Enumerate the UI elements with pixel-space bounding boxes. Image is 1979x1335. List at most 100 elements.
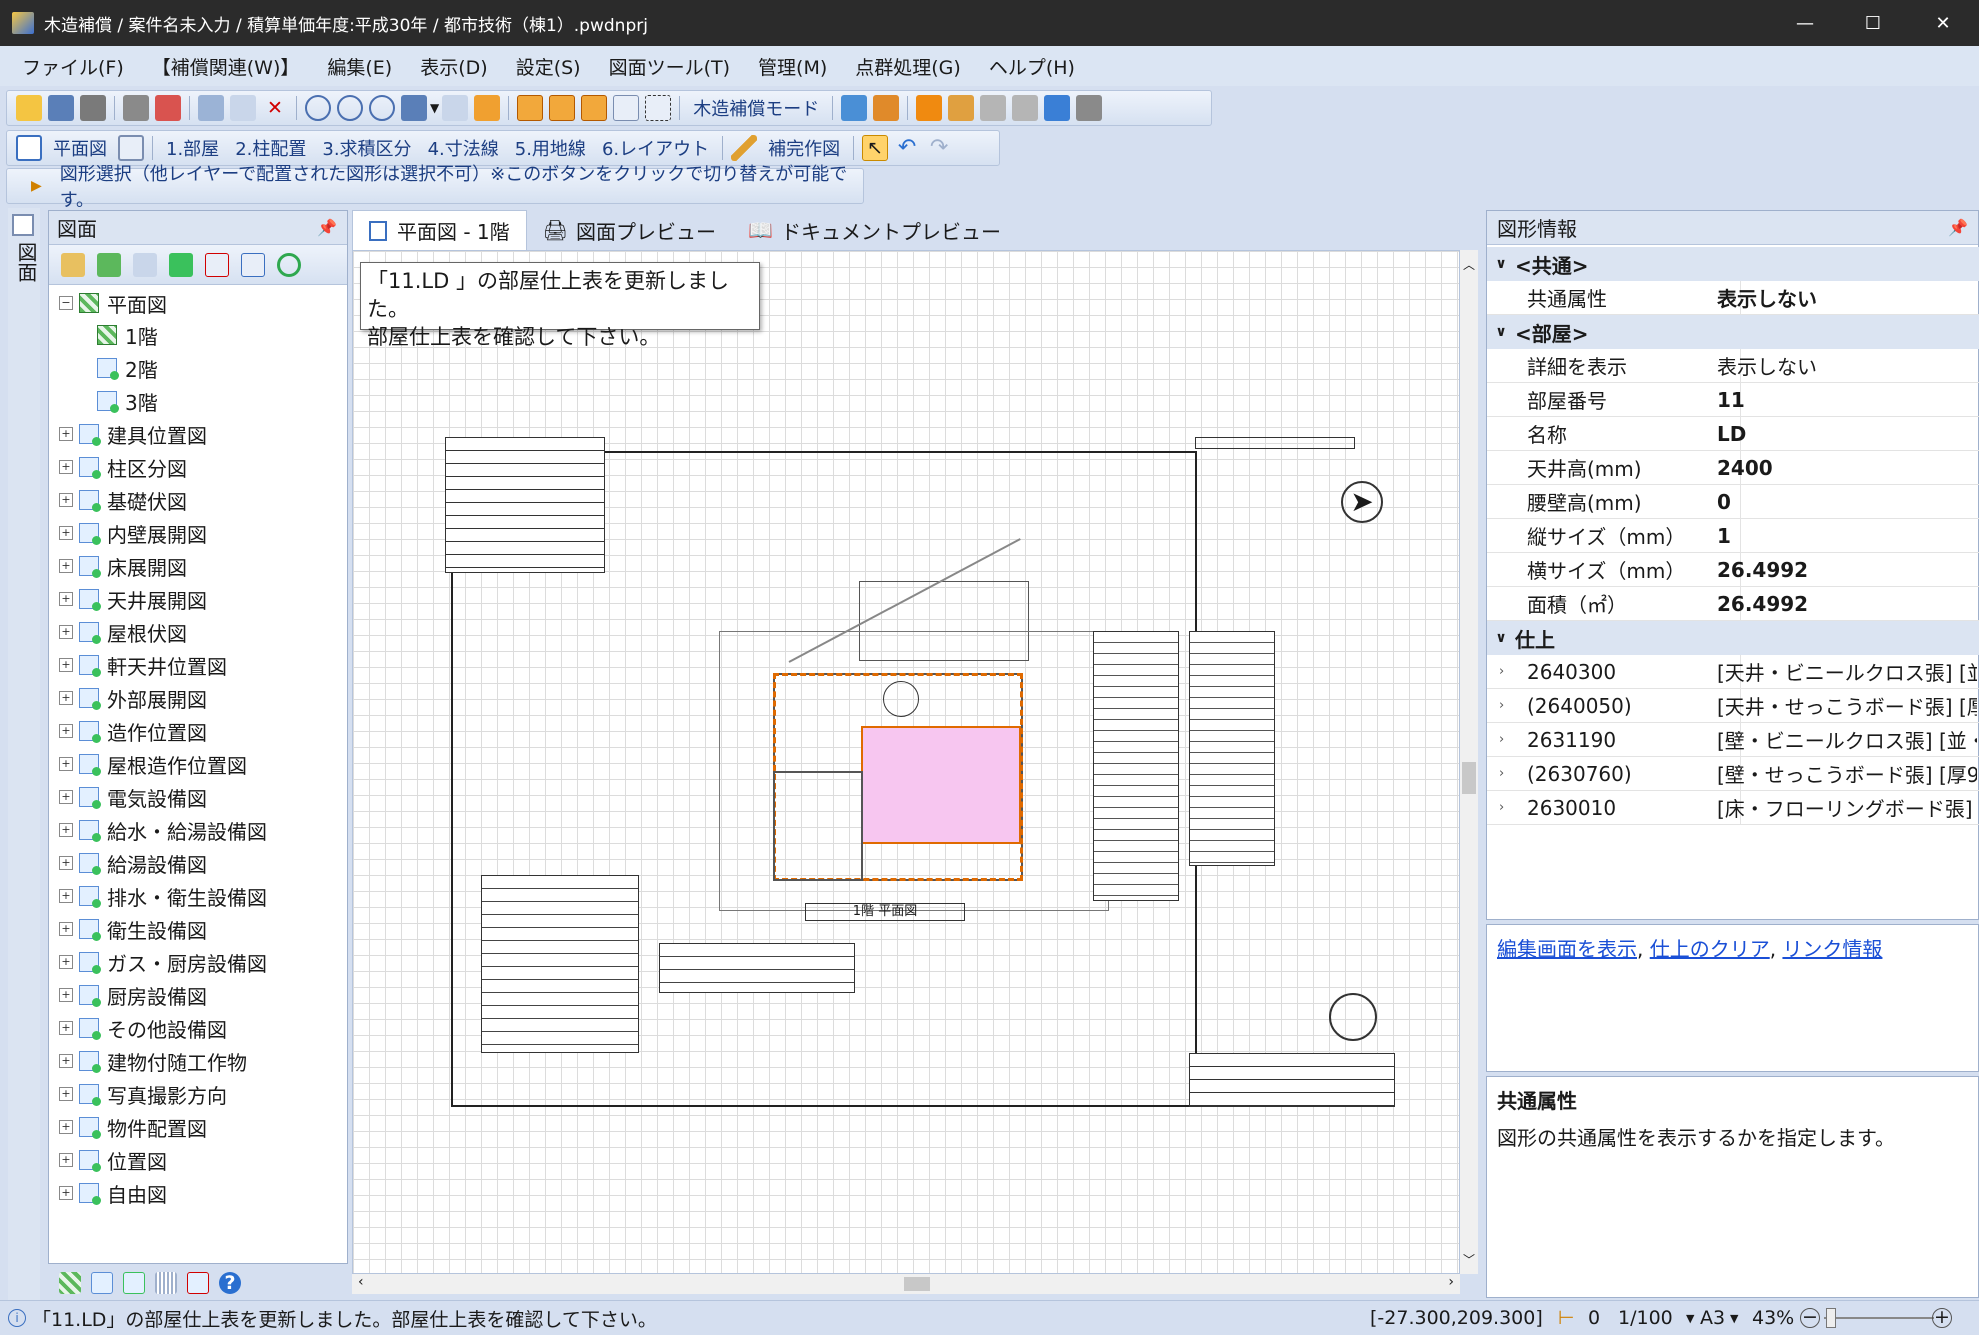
tree-item[interactable]: + 写真撮影方向 [59,1078,227,1110]
layer-toggle-icon[interactable] [118,135,144,161]
footer-plan-icon[interactable] [59,1272,81,1294]
menu-edit[interactable]: 編集(E) [313,53,406,80]
tree-item[interactable]: + 給水・給湯設備図 [59,814,267,846]
scroll-left-icon[interactable]: ‹ [358,1274,364,1290]
tree-add-icon[interactable] [97,252,121,277]
chevron-down-icon[interactable]: ∨ [1487,630,1515,646]
zoom-out-button[interactable]: − [1800,1308,1820,1328]
tree-item[interactable]: + 電気設備図 [59,781,207,813]
paste-icon[interactable] [401,95,427,121]
vertical-scrollbar[interactable]: ︿ ﹀ [1460,250,1478,1274]
menu-drawing-tools[interactable]: 図面ツール(T) [595,53,744,80]
expand-icon[interactable]: + [59,691,73,705]
tb-plan[interactable]: 平面図 [45,135,115,161]
tab-plan-1f[interactable]: 平面図 - 1階 [352,210,527,250]
stamp-icon[interactable] [980,95,1007,121]
tree-table-icon[interactable] [241,252,265,277]
cat-common[interactable]: ∨ <共通> [1487,247,1979,281]
expand-icon[interactable]: + [59,1054,73,1068]
cat-room[interactable]: ∨ <部屋> [1487,315,1979,349]
person-icon[interactable] [873,95,900,121]
scroll-right-icon[interactable]: › [1448,1274,1454,1290]
copy-icon[interactable] [230,95,256,121]
expand-icon[interactable]: + [59,460,73,474]
grid-icon[interactable] [155,95,181,121]
prop-row[interactable]: 腰壁高(mm) 0 [1487,485,1979,519]
prop-row[interactable]: 縦サイズ（mm） 1 [1487,519,1979,553]
edit-screen-link[interactable]: 編集画面を表示 [1497,937,1637,961]
tab-drawing-preview[interactable]: 🖨 図面プレビュー [527,210,732,250]
chevron-down-icon[interactable]: ▼ [1730,1312,1738,1325]
finish-row[interactable]: › 2630010 [床・フローリングボード張] [厚1 [1487,791,1979,825]
chevron-down-icon[interactable]: ∨ [1487,324,1515,340]
tree-refresh-icon[interactable] [169,252,193,277]
tree-floor-1[interactable]: 1階 [97,319,158,351]
tab-document-preview[interactable]: 📖 ドキュメントプレビュー [732,210,1017,250]
tree-item[interactable]: + 内壁展開図 [59,517,207,549]
undo-icon[interactable] [549,95,576,121]
tree-item[interactable]: + 基礎伏図 [59,484,187,516]
expand-icon[interactable]: + [59,1021,73,1035]
chevron-right-icon[interactable]: › [1499,664,1504,679]
cat-finish[interactable]: ∨ 仕上 [1487,621,1979,655]
scale-dropdown[interactable]: 1/100 [1618,1307,1673,1329]
tb-complete[interactable]: 補完作図 [760,135,848,161]
expand-icon[interactable]: + [59,955,73,969]
dropdown-arrow-icon[interactable]: ▼ [430,101,439,115]
paper-dropdown[interactable]: A3 [1700,1307,1725,1329]
expand-icon[interactable]: + [59,1186,73,1200]
redo-icon[interactable] [581,95,608,121]
expand-icon[interactable]: + [59,724,73,738]
keyboard-icon[interactable] [442,95,469,121]
tree-item[interactable]: + 柱区分図 [59,451,187,483]
prop-row[interactable]: 名称 LD [1487,417,1979,451]
pointer-icon[interactable]: ↖ [862,135,889,161]
horizontal-scrollbar[interactable]: ‹ › [352,1274,1460,1294]
tree-export-icon[interactable] [61,252,85,277]
maximize-button[interactable]: ☐ [1838,0,1908,46]
prop-value[interactable]: 表示しない [1717,351,1817,380]
tree-item[interactable]: + 軒天井位置図 [59,649,227,681]
menu-compensation[interactable]: 【補償関連(W)】 [138,53,314,80]
tree-item[interactable]: + 床展開図 [59,550,187,582]
prop-row[interactable]: 部屋番号 11 [1487,383,1979,417]
expand-icon[interactable]: + [59,625,73,639]
redo-rotate-icon[interactable]: ↷ [926,135,952,161]
tree-item[interactable]: + 天井展開図 [59,583,207,615]
zoom-slider-thumb[interactable] [1826,1308,1836,1328]
clear-finish-link[interactable]: 仕上のクリア [1650,937,1770,961]
minimize-button[interactable]: — [1770,0,1840,46]
help-icon[interactable]: ? [219,1272,241,1294]
scroll-up-icon[interactable]: ︿ [1460,256,1478,273]
scroll-down-icon[interactable]: ﹀ [1460,1251,1478,1268]
footer-sheet-icon[interactable] [91,1272,113,1294]
tree-item[interactable]: + 屋根造作位置図 [59,748,247,780]
expand-icon[interactable]: + [59,988,73,1002]
expand-icon[interactable]: + [59,559,73,573]
pin-icon[interactable]: 📌 [317,218,337,237]
printer-icon[interactable] [1076,95,1103,121]
tree-floor-2[interactable]: 2階 [97,352,158,384]
tb-dimension[interactable]: 4.寸法線 [420,135,507,161]
tree-item[interactable]: + 厨房設備図 [59,979,207,1011]
expand-icon[interactable]: + [59,922,73,936]
tree-item[interactable]: + 物件配置図 [59,1111,207,1143]
prop-value[interactable]: 0 [1717,490,1731,514]
chevron-down-icon[interactable]: ▼ [1686,1312,1694,1325]
menu-file[interactable]: ファイル(F) [8,53,138,80]
stamp2-icon[interactable] [1012,95,1039,121]
print-icon[interactable] [80,95,106,121]
prop-value[interactable]: LD [1717,422,1746,446]
tree-delete-icon[interactable] [205,252,229,277]
chevron-right-icon[interactable]: › [1499,732,1504,747]
tree-reload-icon[interactable] [277,252,301,277]
layer-icon[interactable] [517,95,544,121]
snap-icon[interactable]: ⊢ [1558,1307,1575,1329]
rotate-icon[interactable]: ↶ [894,135,920,161]
tree-item-plan[interactable]: − 平面図 [59,287,167,319]
prop-value[interactable]: 2400 [1717,456,1773,480]
tb-pillar[interactable]: 2.柱配置 [227,135,314,161]
tree-item[interactable]: + その他設備図 [59,1012,227,1044]
expand-icon[interactable]: + [59,1120,73,1134]
menu-help[interactable]: ヘルプ(H) [975,53,1089,80]
